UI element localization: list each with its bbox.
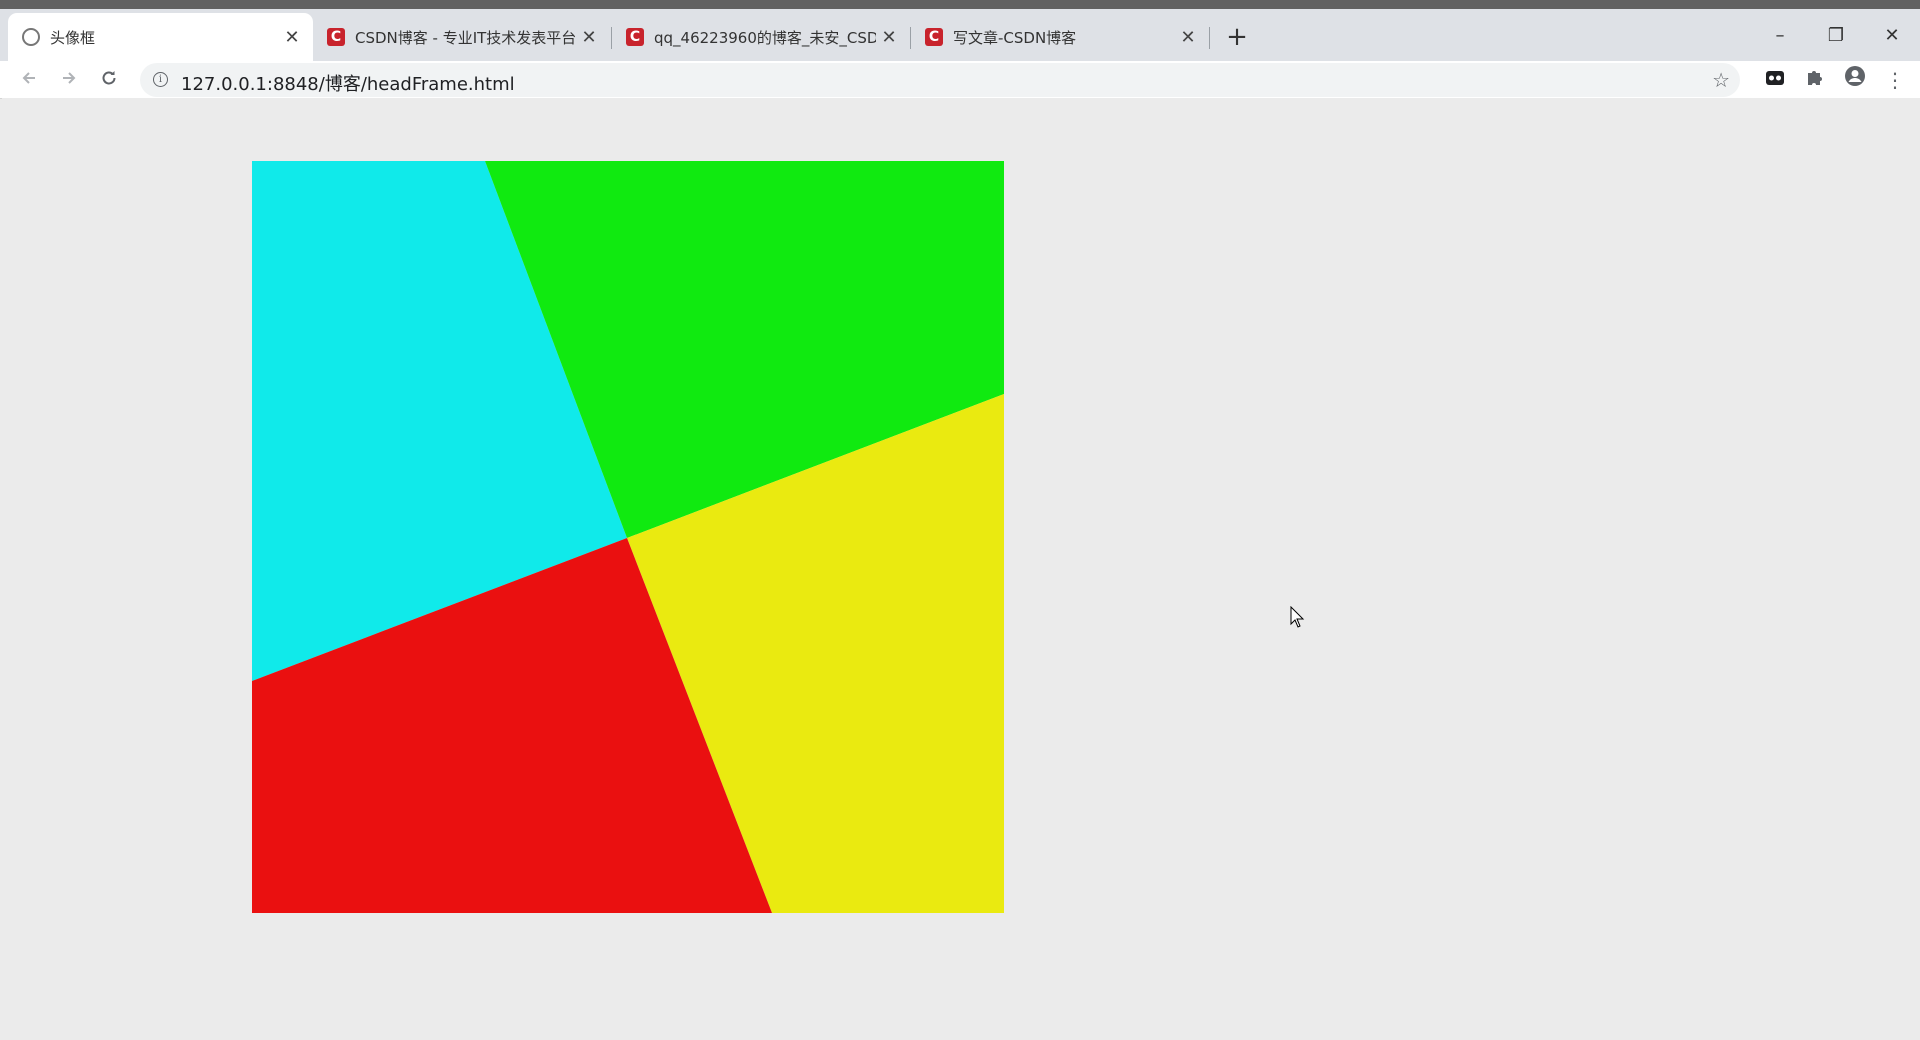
forward-button[interactable] <box>54 65 84 95</box>
page-content <box>2 98 1920 1040</box>
close-tab-icon[interactable]: ✕ <box>1175 27 1201 48</box>
address-bar[interactable]: i 127.0.0.1:8848/博客/headFrame.html ☆ <box>140 63 1740 97</box>
tab-separator <box>1209 27 1210 49</box>
puzzle-icon <box>1808 71 1822 85</box>
back-arrow-icon <box>22 72 35 84</box>
reload-icon <box>102 71 116 85</box>
tab-headframe[interactable]: 头像框 ✕ <box>8 13 313 61</box>
minimize-button[interactable]: – <box>1760 21 1800 51</box>
reload-button[interactable] <box>94 65 124 95</box>
loading-icon <box>22 28 40 46</box>
close-tab-icon[interactable]: ✕ <box>876 27 902 48</box>
browser-toolbar: i 127.0.0.1:8848/博客/headFrame.html ☆ ⋮ <box>0 61 1920 99</box>
window-close-button[interactable]: ✕ <box>1872 21 1912 51</box>
menu-kebab-icon[interactable]: ⋮ <box>1880 65 1910 95</box>
profile-avatar-icon[interactable] <box>1840 65 1870 95</box>
info-icon[interactable]: i <box>153 72 168 87</box>
mouse-cursor-icon <box>1290 606 1305 628</box>
csdn-icon: C <box>925 28 943 46</box>
tab-csdn-home[interactable]: C CSDN博客 - 专业IT技术发表平台 ✕ <box>313 13 610 61</box>
tab-user-blog[interactable]: C qq_46223960的博客_未安_CSDN ✕ <box>612 13 910 61</box>
csdn-icon: C <box>626 28 644 46</box>
tab-title: qq_46223960的博客_未安_CSDN <box>654 28 876 47</box>
tab-title: 头像框 <box>50 28 96 47</box>
head-frame-canvas <box>252 161 1004 913</box>
tab-title: 写文章-CSDN博客 <box>953 28 1077 47</box>
url-text[interactable]: 127.0.0.1:8848/博客/headFrame.html <box>181 70 515 96</box>
bookmark-star-icon[interactable]: ☆ <box>1712 68 1730 92</box>
back-button[interactable] <box>14 65 44 95</box>
extensions-puzzle-icon[interactable] <box>1800 65 1830 95</box>
close-tab-icon[interactable]: ✕ <box>576 27 602 48</box>
extension-glasses-icon <box>1766 71 1784 85</box>
window-top-strip <box>0 0 1920 9</box>
restore-button[interactable]: ❐ <box>1816 21 1856 51</box>
close-tab-icon[interactable]: ✕ <box>279 27 305 48</box>
tab-title: CSDN博客 - 专业IT技术发表平台 <box>355 28 576 47</box>
tab-write-article[interactable]: C 写文章-CSDN博客 ✕ <box>911 13 1209 61</box>
tab-bar: 头像框 ✕ C CSDN博客 - 专业IT技术发表平台 ✕ C qq_46223… <box>0 9 1920 61</box>
new-tab-button[interactable]: + <box>1222 22 1252 52</box>
csdn-icon: C <box>327 28 345 46</box>
account-circle-icon <box>1845 66 1865 86</box>
extension-app-icon[interactable] <box>1760 65 1790 95</box>
forward-arrow-icon <box>63 72 76 84</box>
